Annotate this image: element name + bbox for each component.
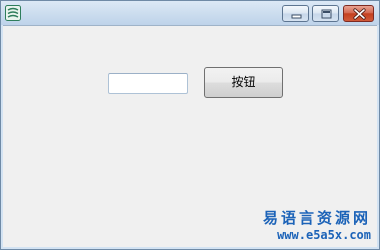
minimize-icon: [291, 14, 302, 19]
text-input[interactable]: [108, 73, 188, 94]
watermark: 易语言资源网 www.e5a5x.com: [263, 209, 371, 243]
watermark-title: 易语言资源网: [262, 209, 371, 227]
main-window: 按钮 易语言资源网 www.e5a5x.com: [0, 0, 380, 250]
minimize-button[interactable]: [282, 5, 309, 22]
title-bar[interactable]: [1, 1, 379, 25]
maximize-button[interactable]: [312, 5, 339, 22]
maximize-icon: [321, 9, 332, 19]
close-button[interactable]: [343, 5, 374, 22]
watermark-url: www.e5a5x.com: [277, 228, 371, 242]
client-area: 按钮 易语言资源网 www.e5a5x.com: [3, 25, 377, 247]
action-button[interactable]: 按钮: [204, 67, 283, 98]
app-logo-icon[interactable]: [5, 5, 21, 21]
close-icon: [353, 8, 366, 20]
